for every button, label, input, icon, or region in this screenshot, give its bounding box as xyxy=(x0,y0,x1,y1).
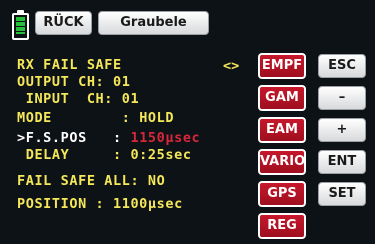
fspos-value: 1150µsec xyxy=(130,130,201,146)
model-name-display[interactable]: Graubele xyxy=(98,11,209,35)
gam-button[interactable]: GAM xyxy=(258,85,306,111)
ent-button[interactable]: ENT xyxy=(318,150,366,174)
empf-button[interactable]: EMPF xyxy=(258,53,306,79)
gps-button[interactable]: GPS xyxy=(258,181,306,207)
delay-row[interactable]: DELAY : 0:25sec xyxy=(17,147,192,164)
reg-button[interactable]: REG xyxy=(258,213,306,239)
plus-button[interactable]: + xyxy=(318,118,366,142)
back-button[interactable]: RÜCK xyxy=(35,11,92,35)
output-channel-row[interactable]: OUTPUT CH: 01 xyxy=(17,74,130,91)
nav-arrows: <> xyxy=(223,58,240,74)
eam-button[interactable]: EAM xyxy=(258,117,306,143)
fspos-row[interactable]: >F.S.POS : 1150µsec xyxy=(17,130,200,147)
esc-button[interactable]: ESC xyxy=(318,54,366,78)
mode-value: HOLD xyxy=(139,110,175,126)
menu-title: RX FAIL SAFE xyxy=(17,57,122,73)
fail-safe-all-row[interactable]: FAIL SAFE ALL: NO xyxy=(17,173,165,190)
set-button[interactable]: SET xyxy=(318,182,366,206)
input-channel-row[interactable]: INPUT CH: 01 xyxy=(17,91,139,108)
mode-row[interactable]: MODE : HOLD xyxy=(17,110,174,127)
fspos-label: >F.S.POS : xyxy=(17,130,131,146)
mode-label: MODE : xyxy=(17,110,140,126)
battery-icon xyxy=(12,10,29,40)
position-row[interactable]: POSITION : 1100µsec xyxy=(17,196,183,213)
minus-button[interactable]: – xyxy=(318,86,366,110)
vario-button[interactable]: VARIO xyxy=(258,149,306,175)
